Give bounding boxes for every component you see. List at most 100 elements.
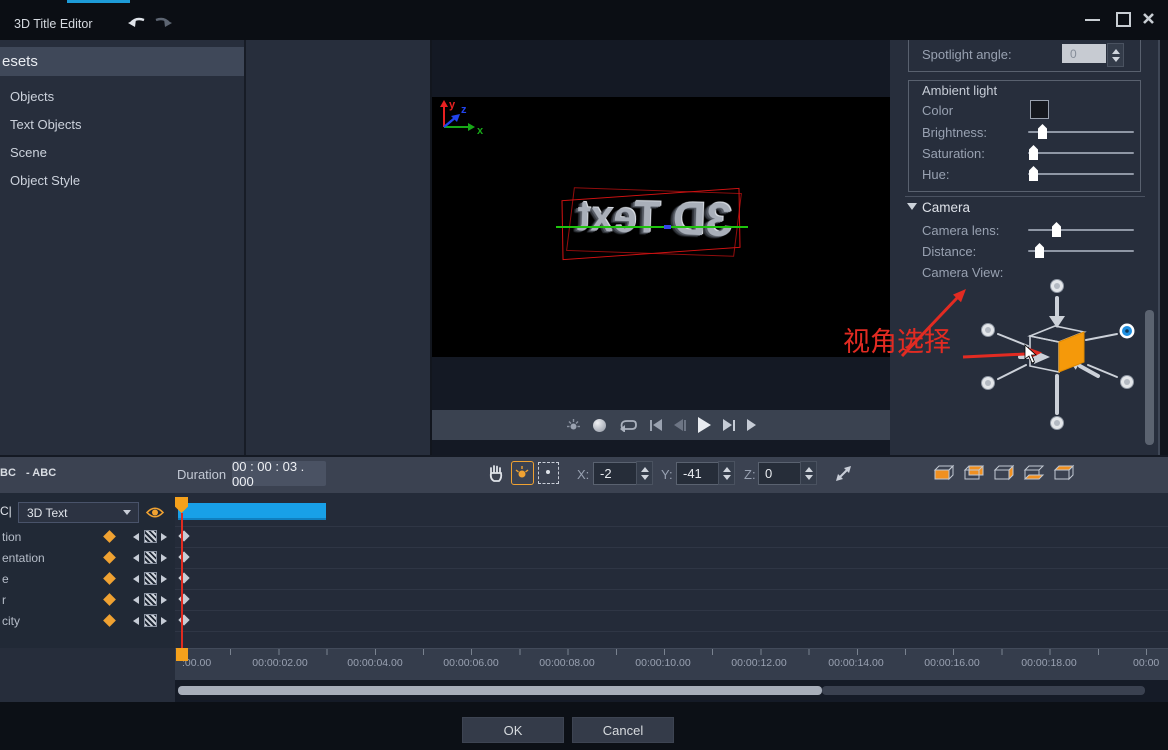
timeline-hscrollbar-thumb[interactable] xyxy=(178,686,822,695)
close-button[interactable] xyxy=(1142,12,1155,25)
next-keyframe-icon[interactable] xyxy=(161,575,167,583)
view-radio-bottom-left[interactable] xyxy=(982,377,995,390)
title-bar xyxy=(0,0,1168,40)
settings-scrollbar-thumb[interactable] xyxy=(1145,310,1154,445)
brightness-label: Brightness: xyxy=(922,125,987,140)
z-input[interactable]: 0 xyxy=(758,462,802,485)
spotlight-angle-input[interactable]: 0 xyxy=(1062,44,1106,63)
brightness-slider[interactable] xyxy=(1028,124,1134,140)
skip-end-icon[interactable] xyxy=(747,419,756,431)
marquee-tool-icon[interactable] xyxy=(538,462,559,484)
axis-gizmo-icon: y z x xyxy=(436,96,488,136)
chevron-down-icon xyxy=(123,510,131,515)
keyframe-enable-diamond[interactable] xyxy=(103,614,116,627)
camera-lens-slider[interactable] xyxy=(1028,222,1134,238)
hue-slider[interactable] xyxy=(1028,166,1134,182)
saturation-label: Saturation: xyxy=(922,146,985,161)
prev-keyframe-icon[interactable] xyxy=(133,575,139,583)
surface-side-icon[interactable] xyxy=(993,464,1017,482)
view-radio-bottom-right[interactable] xyxy=(1121,376,1134,389)
keyframe-enable-diamond[interactable] xyxy=(103,551,116,564)
keyframe-enable-diamond[interactable] xyxy=(103,530,116,543)
step-back-icon[interactable] xyxy=(674,419,686,431)
z-stepper[interactable] xyxy=(800,461,817,485)
track-row-scale[interactable]: e xyxy=(0,568,175,589)
sidebar-item-text-objects[interactable]: Text Objects xyxy=(10,117,82,132)
hand-tool-icon[interactable] xyxy=(487,463,505,483)
surface-back-icon[interactable] xyxy=(963,464,987,482)
prev-keyframe-icon[interactable] xyxy=(133,596,139,604)
play-button[interactable] xyxy=(698,417,711,433)
camera-view-widget[interactable] xyxy=(958,266,1168,438)
sidebar-item-scene[interactable]: Scene xyxy=(10,145,47,160)
swap-axes-icon[interactable] xyxy=(835,464,853,482)
ruler-label: 00:00:08.00 xyxy=(539,657,594,669)
sidebar-header[interactable]: esets xyxy=(0,47,244,76)
distance-slider[interactable] xyxy=(1028,243,1134,259)
prev-keyframe-icon[interactable] xyxy=(133,533,139,541)
maximize-button[interactable] xyxy=(1116,12,1131,27)
ambient-light-title: Ambient light xyxy=(922,83,997,98)
track-row-color[interactable]: r xyxy=(0,589,175,610)
playhead-ruler-marker[interactable] xyxy=(176,648,188,661)
keyframe-enable-diamond[interactable] xyxy=(103,593,116,606)
keyframe-interp-icon[interactable] xyxy=(144,572,157,585)
preview-3d-text-object[interactable]: 3D Text xyxy=(560,186,742,262)
light-toggle-icon[interactable] xyxy=(566,418,581,433)
timeline-corner xyxy=(0,648,175,702)
view-radio-right-selected[interactable] xyxy=(1120,324,1135,339)
next-keyframe-icon[interactable] xyxy=(161,533,167,541)
add-text-button[interactable]: BC xyxy=(0,467,16,479)
light-tool-selected[interactable] xyxy=(511,461,534,485)
x-stepper[interactable] xyxy=(636,461,653,485)
remove-text-button[interactable]: - ABC xyxy=(26,467,56,479)
timeline-ruler[interactable]: :00.00 00:00:02.00 00:00:04.00 00:00:06.… xyxy=(175,648,1168,681)
track-row-orientation[interactable]: entation xyxy=(0,547,175,568)
y-stepper[interactable] xyxy=(718,461,735,485)
view-radio-bottom[interactable] xyxy=(1051,417,1064,430)
surface-bevel-icon[interactable] xyxy=(1023,464,1047,482)
camera-collapse-caret-icon[interactable] xyxy=(907,203,917,210)
sidebar-item-object-style[interactable]: Object Style xyxy=(10,173,80,188)
ok-button[interactable]: OK xyxy=(462,717,564,743)
cancel-button[interactable]: Cancel xyxy=(572,717,674,743)
keyframe-interp-icon[interactable] xyxy=(144,530,157,543)
duration-value[interactable]: 00 : 00 : 03 . 000 xyxy=(232,461,326,486)
sidebar-item-objects[interactable]: Objects xyxy=(10,89,54,104)
spotlight-angle-stepper[interactable] xyxy=(1107,43,1124,67)
step-forward-icon[interactable] xyxy=(723,419,735,431)
view-radio-left[interactable] xyxy=(982,324,995,337)
minimize-button[interactable] xyxy=(1085,19,1100,21)
saturation-slider[interactable] xyxy=(1028,145,1134,161)
skip-start-icon[interactable] xyxy=(650,419,662,431)
keyframe-enable-diamond[interactable] xyxy=(103,572,116,585)
clip-bar[interactable] xyxy=(178,503,326,520)
spotlight-angle-label: Spotlight angle: xyxy=(922,47,1012,62)
camera-section-title[interactable]: Camera xyxy=(922,200,970,215)
layer-dropdown[interactable]: 3D Text xyxy=(18,502,139,523)
track-row-opacity[interactable]: city xyxy=(0,610,175,631)
redo-icon[interactable] xyxy=(153,14,173,29)
x-input[interactable]: -2 xyxy=(593,462,637,485)
timeline-hscrollbar-track[interactable] xyxy=(822,686,1145,695)
surface-front-icon[interactable] xyxy=(933,464,957,482)
keyframe-interp-icon[interactable] xyxy=(144,593,157,606)
prev-keyframe-icon[interactable] xyxy=(133,554,139,562)
ambient-color-swatch[interactable] xyxy=(1030,100,1049,119)
visibility-eye-icon[interactable] xyxy=(145,505,165,520)
next-keyframe-icon[interactable] xyxy=(161,617,167,625)
next-keyframe-icon[interactable] xyxy=(161,596,167,604)
prev-keyframe-icon[interactable] xyxy=(133,617,139,625)
keyframe-interp-icon[interactable] xyxy=(144,551,157,564)
transport-bar xyxy=(432,410,890,440)
view-radio-top[interactable] xyxy=(1051,280,1064,293)
y-input[interactable]: -41 xyxy=(676,462,720,485)
track-row-position[interactable]: tion xyxy=(0,526,175,547)
sphere-preview-icon[interactable] xyxy=(593,419,606,432)
keyframe-interp-icon[interactable] xyxy=(144,614,157,627)
next-keyframe-icon[interactable] xyxy=(161,554,167,562)
track-label: tion xyxy=(2,530,21,544)
loop-icon[interactable] xyxy=(618,418,638,432)
undo-icon[interactable] xyxy=(127,14,147,29)
surface-top-icon[interactable] xyxy=(1053,464,1077,482)
